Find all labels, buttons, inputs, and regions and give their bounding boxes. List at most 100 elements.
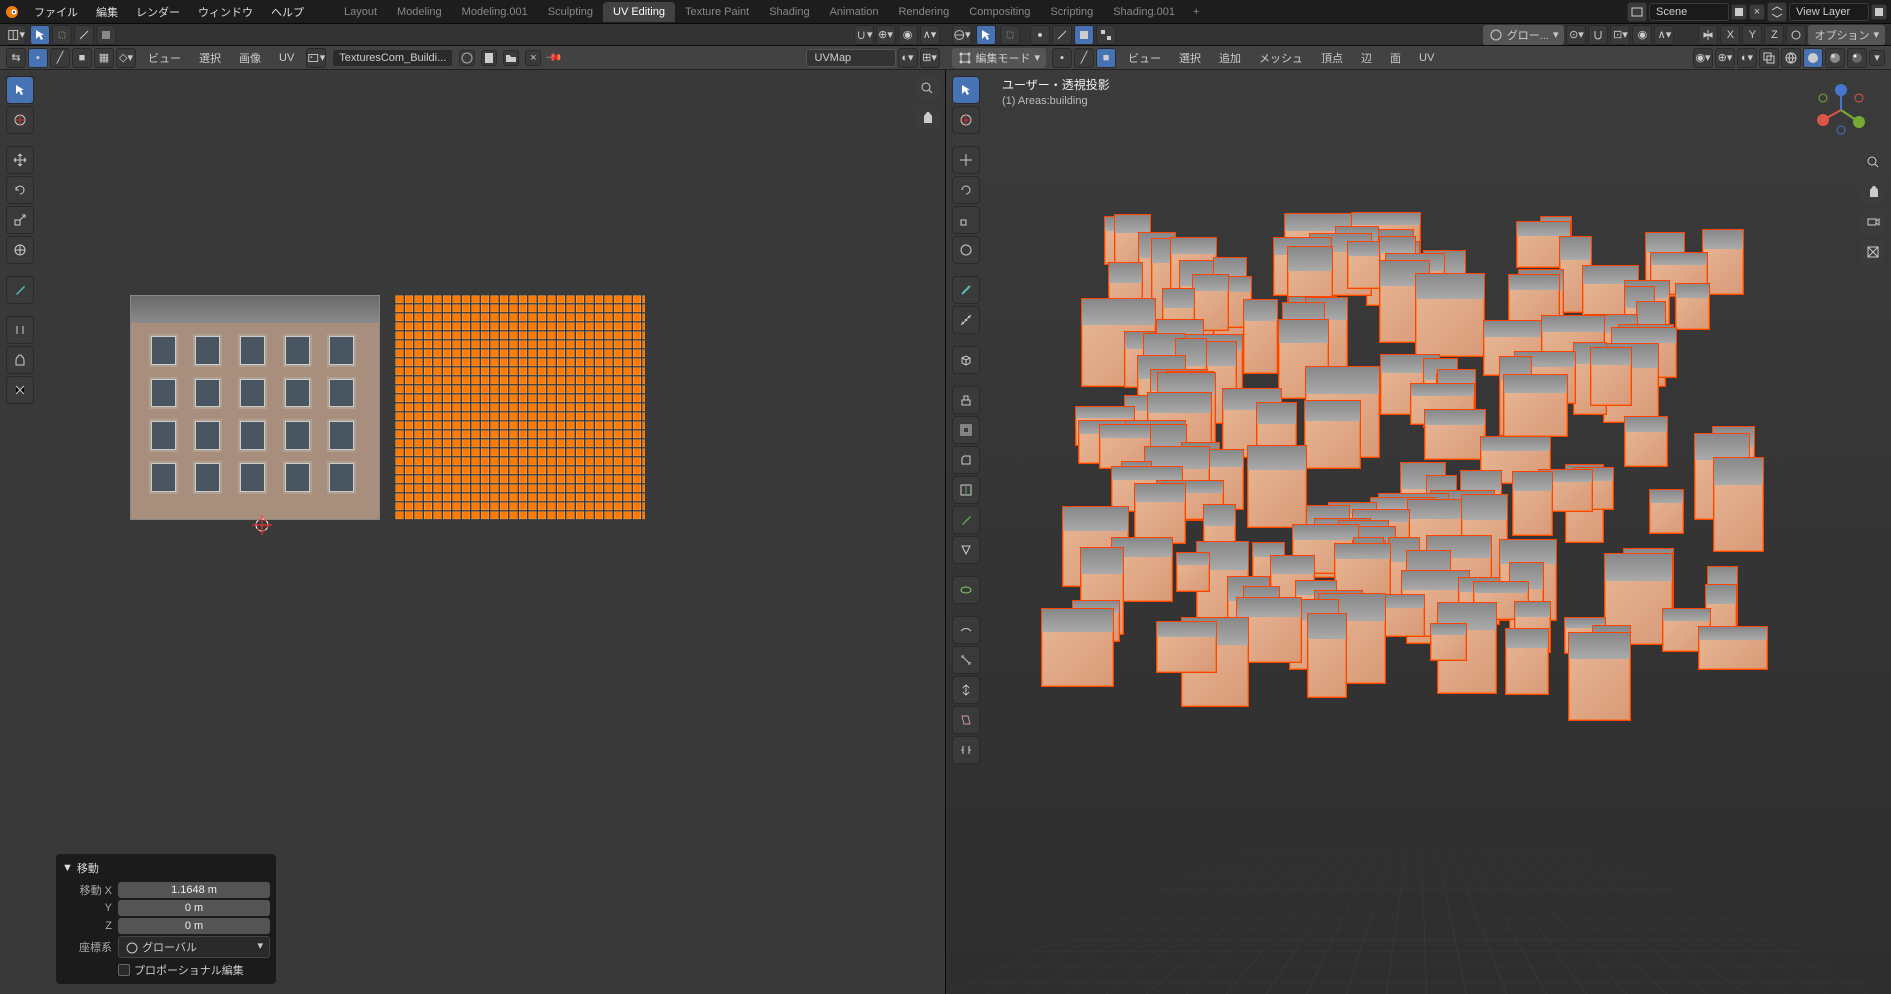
vp-mirror-icon[interactable] [1698, 25, 1718, 45]
uv-menu-view[interactable]: ビュー [142, 48, 187, 68]
uv-tool-rip-button[interactable] [6, 316, 34, 344]
uv-selmode-island-button[interactable]: ▦ [94, 48, 114, 68]
vp-pivot-button[interactable]: ⊙▾ [1566, 25, 1586, 45]
uv-sync-button[interactable]: ⇆ [6, 48, 26, 68]
uv-select-edge-button[interactable] [74, 25, 94, 45]
uv-image-unlink-button[interactable]: × [525, 50, 541, 66]
workspace-tab-texturepaint[interactable]: Texture Paint [675, 2, 759, 22]
vp-xray-button[interactable] [1759, 48, 1779, 68]
vp-editor-type-button[interactable]: ▾ [952, 25, 972, 45]
vp-menu-edge[interactable]: 辺 [1355, 48, 1378, 68]
workspace-tab-compositing[interactable]: Compositing [959, 2, 1040, 22]
vp-select-box-button[interactable] [1000, 25, 1020, 45]
vp-menu-uv[interactable]: UV [1413, 50, 1440, 66]
vp-shading-options-button[interactable]: ▾ [1869, 50, 1885, 66]
menu-file[interactable]: ファイル [26, 0, 86, 24]
vp-tool-shrink-button[interactable] [952, 676, 980, 704]
uv-image-open-button[interactable] [503, 50, 519, 66]
vp-shading-rendered-button[interactable] [1847, 48, 1867, 68]
vp-mirror-auto-button[interactable] [1786, 25, 1806, 45]
workspace-add-button[interactable]: + [1185, 2, 1207, 22]
menu-render[interactable]: レンダー [128, 0, 188, 24]
vp-menu-face[interactable]: 面 [1384, 48, 1407, 68]
uv-map-selector[interactable]: UVMap [806, 49, 896, 67]
vp-transform-orient-button[interactable]: グロー...▾ [1483, 25, 1565, 45]
vp-vertex-mode-button[interactable] [1030, 25, 1050, 45]
vp-tool-transform-button[interactable] [952, 236, 980, 264]
uv-tool-move-button[interactable] [6, 146, 34, 174]
uv-menu-uv[interactable]: UV [273, 50, 300, 66]
vp-nav-persp-button[interactable] [1861, 240, 1885, 264]
uv-tool-select-button[interactable] [6, 76, 34, 104]
vp-shading-solid-button[interactable] [1803, 48, 1823, 68]
vp-edge-mode-button[interactable] [1052, 25, 1072, 45]
vp-nav-pan-button[interactable] [1861, 180, 1885, 204]
move-x-value[interactable]: 1.1648 m [118, 882, 270, 898]
uv-snap-button[interactable]: ▾ [854, 25, 874, 45]
uv-tool-grab-button[interactable] [6, 346, 34, 374]
uv-menu-select[interactable]: 選択 [193, 48, 227, 68]
vp-tool-polybuild-button[interactable] [952, 536, 980, 564]
workspace-tab-shading[interactable]: Shading [759, 2, 819, 22]
vp-mirror-z-button[interactable]: Z [1764, 25, 1784, 45]
uv-viewport[interactable]: ▼ 移動 移動 X 1.1648 m Y 0 m Z 0 m 座標系 グローバル… [0, 70, 945, 994]
uv-falloff-button[interactable]: ∧▾ [920, 25, 940, 45]
vp-tool-inset-button[interactable] [952, 416, 980, 444]
uv-display-channels-button[interactable]: ◐▾ [898, 48, 918, 68]
uv-tool-scale-button[interactable] [6, 206, 34, 234]
vp-tool-knife-button[interactable] [952, 506, 980, 534]
uv-select-cursor-button[interactable] [30, 25, 50, 45]
vp-menu-view[interactable]: ビュー [1122, 48, 1167, 68]
uv-pivot-button[interactable]: ⊕▾ [876, 25, 896, 45]
vp-tool-annotate-button[interactable] [952, 276, 980, 304]
vp-options-button[interactable]: オプション▾ [1808, 25, 1885, 45]
vp-tool-rotate-button[interactable] [952, 176, 980, 204]
vp-tool-scale-button[interactable] [952, 206, 980, 234]
3d-viewport[interactable]: ユーザー・透視投影 (1) Areas:building [946, 70, 1891, 994]
uv-tool-annotate-button[interactable] [6, 276, 34, 304]
workspace-tab-sculpting[interactable]: Sculpting [538, 2, 603, 22]
vp-tool-measure-button[interactable] [952, 306, 980, 334]
vp-snap-menu-button[interactable]: ⊡▾ [1610, 25, 1630, 45]
vp-face-mode-button[interactable] [1074, 25, 1094, 45]
uv-selmode-vertex-button[interactable]: ▪ [28, 48, 48, 68]
vp-select-cursor-button[interactable] [976, 25, 996, 45]
workspace-tab-scripting[interactable]: Scripting [1040, 2, 1103, 22]
uv-selmode-edge-button[interactable]: ╱ [50, 48, 70, 68]
uv-select-vertex-button[interactable] [52, 25, 72, 45]
uv-pan-button[interactable] [915, 106, 939, 130]
vp-mirror-x-button[interactable]: X [1720, 25, 1740, 45]
vp-mode-selector[interactable]: 編集モード▾ [952, 48, 1047, 68]
vp-tool-bevel-button[interactable] [952, 446, 980, 474]
vp-nav-camera-button[interactable] [1861, 210, 1885, 234]
uv-editor-type-button[interactable]: ▾ [6, 25, 26, 45]
uv-image-new-button[interactable] [481, 50, 497, 66]
vp-tool-rip-button[interactable] [952, 736, 980, 764]
uv-proportional-button[interactable]: ◉ [898, 25, 918, 45]
vp-shading-wireframe-button[interactable] [1781, 48, 1801, 68]
vp-tool-shear-button[interactable] [952, 706, 980, 734]
proportional-edit-check[interactable]: プロポーショナル編集 [62, 962, 270, 978]
menu-edit[interactable]: 編集 [88, 0, 126, 24]
uv-sticky-button[interactable]: ◇▾ [116, 48, 136, 68]
uv-overlay-button[interactable]: ⊞▾ [920, 48, 940, 68]
vp-visibility-button[interactable]: ◉▾ [1693, 48, 1713, 68]
vp-comp-vertex-button[interactable]: ▪ [1052, 48, 1072, 68]
scene-name-field[interactable]: Scene [1649, 3, 1729, 21]
workspace-tab-layout[interactable]: Layout [334, 2, 387, 22]
vp-tool-edgeslide-button[interactable] [952, 646, 980, 674]
vp-tool-smooth-button[interactable] [952, 616, 980, 644]
vp-island-mode-button[interactable] [1096, 25, 1116, 45]
uv-tool-pinch-button[interactable] [6, 376, 34, 404]
uv-image-name-field[interactable]: TexturesCom_Buildi... [332, 49, 453, 67]
uv-select-face-button[interactable] [96, 25, 116, 45]
vp-comp-edge-button[interactable]: ╱ [1074, 48, 1094, 68]
vp-axis-gizmo[interactable] [1811, 80, 1871, 140]
vp-menu-add[interactable]: 追加 [1213, 48, 1247, 68]
menu-window[interactable]: ウィンドウ [190, 0, 261, 24]
workspace-tab-animation[interactable]: Animation [820, 2, 889, 22]
vp-tool-extrude-button[interactable] [952, 386, 980, 414]
vp-tool-select-button[interactable] [952, 76, 980, 104]
uv-zoom-button[interactable] [915, 76, 939, 100]
vp-menu-select[interactable]: 選択 [1173, 48, 1207, 68]
